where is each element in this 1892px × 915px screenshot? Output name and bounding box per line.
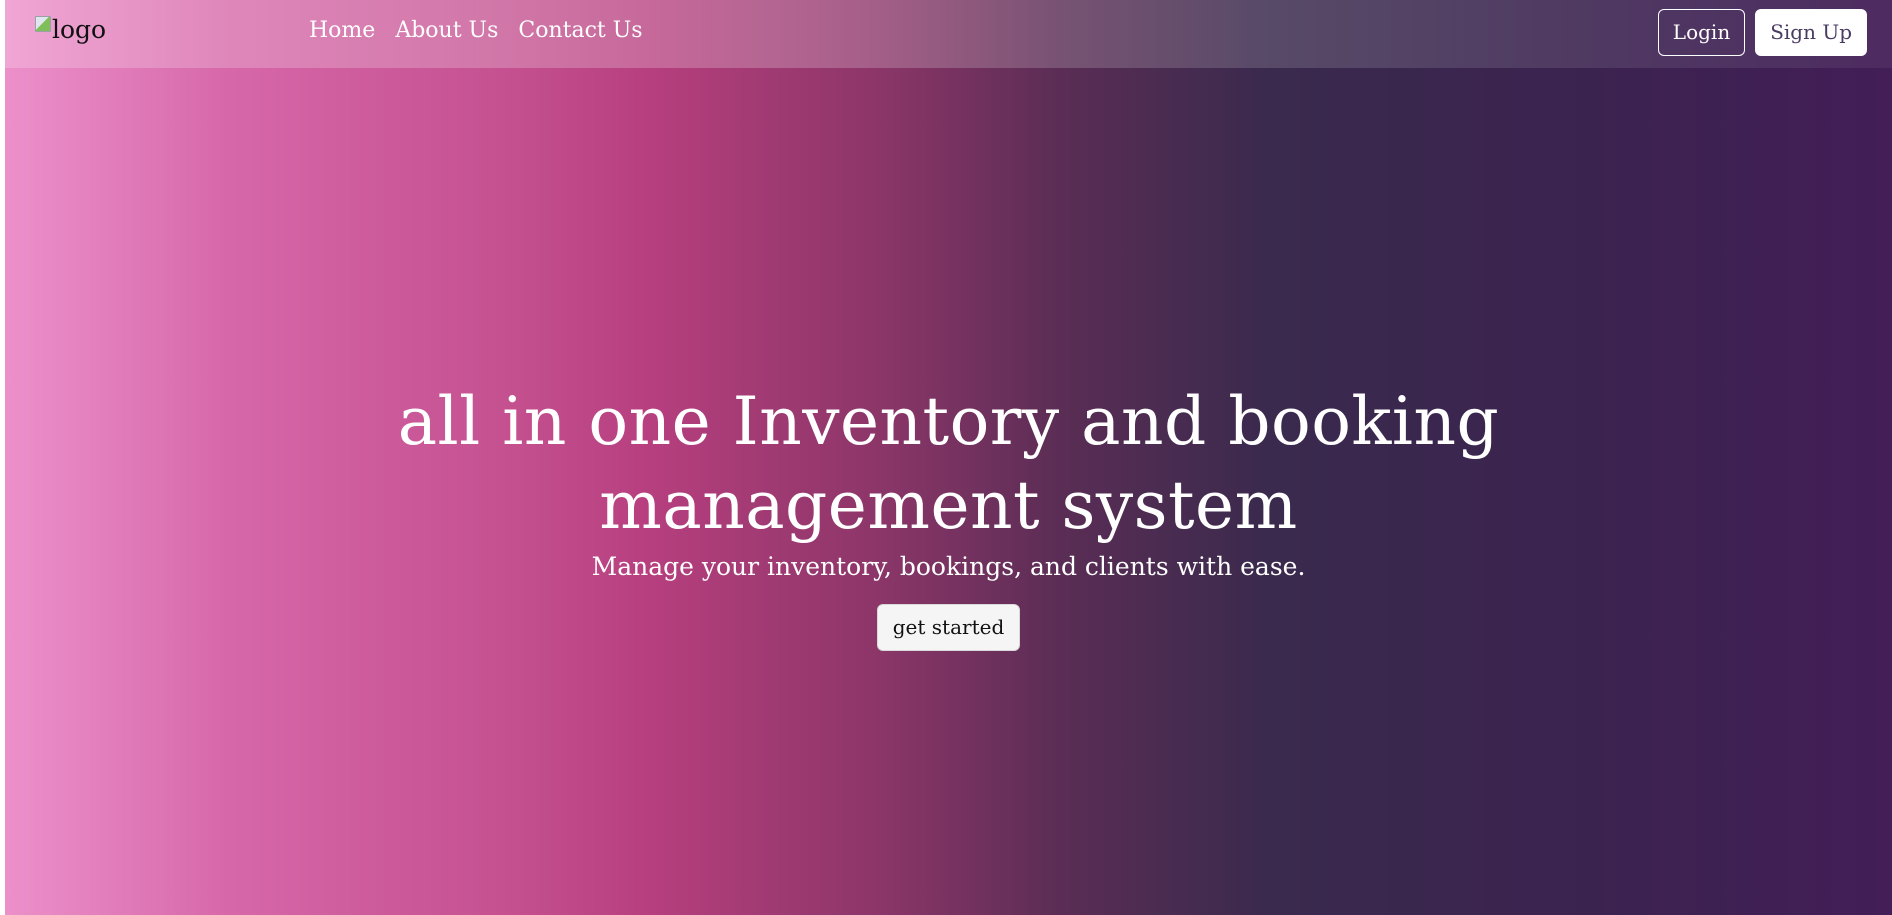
nav-link-about-us[interactable]: About Us xyxy=(395,14,498,48)
broken-image-icon xyxy=(35,16,51,32)
hero-subtitle: Manage your inventory, bookings, and cli… xyxy=(591,552,1306,581)
sign-up-button[interactable]: Sign Up xyxy=(1755,9,1867,56)
hero-title: all in one Inventory and booking managem… xyxy=(397,383,1500,544)
auth-buttons: Login Sign Up xyxy=(1657,9,1867,56)
logo-alt-text: logo xyxy=(52,15,107,44)
top-navbar: logo Home About Us Contact Us Login Sign… xyxy=(5,0,1892,68)
hero-section: all in one Inventory and booking managem… xyxy=(5,380,1892,651)
get-started-button[interactable]: get started xyxy=(876,604,1021,651)
nav-links: Home About Us Contact Us xyxy=(309,14,643,48)
nav-link-home[interactable]: Home xyxy=(309,14,375,48)
logo[interactable]: logo xyxy=(35,14,106,48)
landing-page: logo Home About Us Contact Us Login Sign… xyxy=(5,0,1892,915)
nav-link-contact-us[interactable]: Contact Us xyxy=(518,14,642,48)
login-button[interactable]: Login xyxy=(1657,9,1746,56)
